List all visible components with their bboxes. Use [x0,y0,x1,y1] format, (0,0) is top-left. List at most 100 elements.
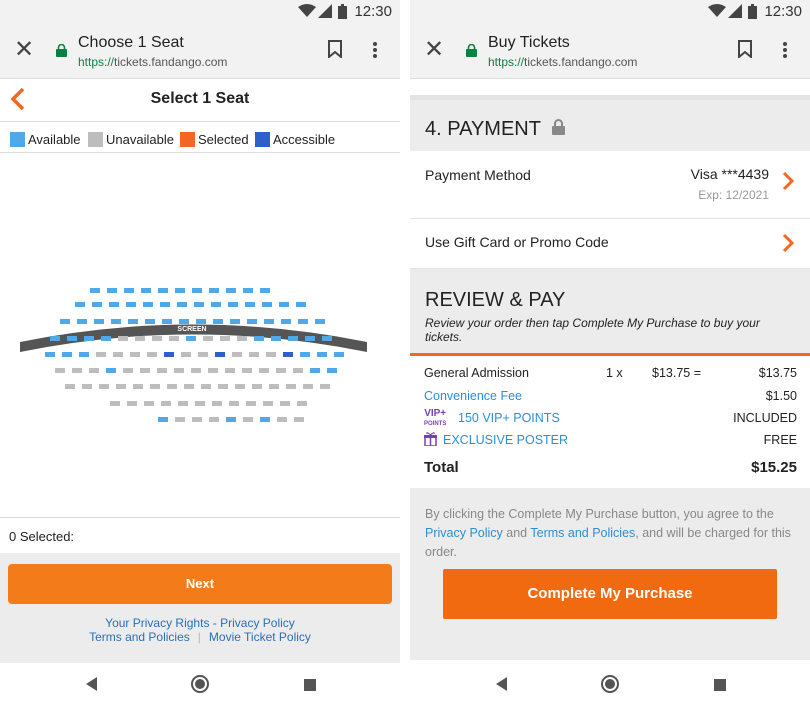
seat[interactable] [310,368,320,373]
seat[interactable] [209,417,219,422]
seat[interactable] [77,319,87,324]
seat[interactable] [242,368,252,373]
seat[interactable] [252,384,262,389]
seat[interactable] [126,302,136,307]
poster-link[interactable]: EXCLUSIVE POSTER [443,433,568,447]
seat[interactable] [179,319,189,324]
seat[interactable] [133,384,143,389]
seat[interactable] [305,336,315,341]
seat[interactable] [135,336,145,341]
privacy-policy-link[interactable]: Privacy Policy [425,526,503,540]
seat[interactable] [118,336,128,341]
seat[interactable] [150,384,160,389]
seat[interactable] [99,384,109,389]
seat[interactable] [175,288,185,293]
seat[interactable] [259,368,269,373]
seat[interactable] [263,401,273,406]
seat[interactable] [230,319,240,324]
seat[interactable] [141,288,151,293]
nav-home-icon[interactable] [191,675,209,698]
nav-back-icon[interactable] [85,676,99,697]
seat[interactable] [226,288,236,293]
seat[interactable] [327,368,337,373]
complete-purchase-button[interactable]: Complete My Purchase [443,569,777,619]
seat[interactable] [184,384,194,389]
bookmark-icon[interactable] [328,40,342,58]
seat[interactable] [286,384,296,389]
seat[interactable] [145,319,155,324]
seat[interactable] [266,352,276,357]
seat[interactable] [249,352,259,357]
seat[interactable] [191,368,201,373]
seat[interactable] [84,336,94,341]
seat[interactable] [161,401,171,406]
seat[interactable] [186,336,196,341]
seat[interactable] [65,384,75,389]
seat[interactable] [294,417,304,422]
seat[interactable] [60,319,70,324]
seat[interactable] [300,352,310,357]
seat[interactable] [106,368,116,373]
seat[interactable] [297,401,307,406]
seat[interactable] [209,288,219,293]
seat-map[interactable]: SCREEN [0,152,400,517]
seat[interactable] [211,302,221,307]
seat[interactable] [245,302,255,307]
url-text[interactable]: https://tickets.fandango.com [78,55,227,69]
seat[interactable] [228,302,238,307]
seat[interactable] [293,368,303,373]
url-text[interactable]: https://tickets.fandango.com [488,55,637,69]
seat[interactable] [82,384,92,389]
seat[interactable] [320,384,330,389]
seat[interactable] [269,384,279,389]
seat[interactable] [192,417,202,422]
seat[interactable] [157,368,167,373]
seat[interactable] [208,368,218,373]
seat[interactable] [124,288,134,293]
seat[interactable] [201,384,211,389]
close-tab-icon[interactable]: ✕ [424,38,444,62]
seat[interactable] [113,352,123,357]
seat[interactable] [90,288,100,293]
seat[interactable] [111,319,121,324]
privacy-rights-link[interactable]: Your Privacy Rights [105,616,209,630]
seat[interactable] [92,302,102,307]
seat[interactable] [296,302,306,307]
seat[interactable] [177,302,187,307]
next-button[interactable]: Next [8,564,392,604]
seat[interactable] [152,336,162,341]
seat[interactable] [279,302,289,307]
seat[interactable] [94,319,104,324]
close-tab-icon[interactable]: ✕ [14,38,34,62]
seat[interactable] [67,336,77,341]
seat[interactable] [128,319,138,324]
seat[interactable] [130,352,140,357]
seat[interactable] [280,401,290,406]
more-options-icon[interactable] [372,41,378,59]
vip-points-link[interactable]: 150 VIP+ POINTS [458,411,560,425]
seat[interactable] [50,336,60,341]
terms-link[interactable]: Terms and Policies [89,630,190,644]
seat[interactable] [322,336,332,341]
seat[interactable] [198,352,208,357]
seat[interactable] [262,302,272,307]
seat[interactable] [225,368,235,373]
seat[interactable] [158,288,168,293]
seat[interactable] [194,302,204,307]
seat[interactable] [127,401,137,406]
seat[interactable] [72,368,82,373]
seat[interactable] [107,288,117,293]
nav-back-icon[interactable] [495,676,509,697]
seat[interactable] [260,417,270,422]
seat[interactable] [192,288,202,293]
seat[interactable] [174,368,184,373]
nav-recents-icon[interactable] [304,678,316,696]
seat[interactable] [277,417,287,422]
privacy-policy-link[interactable]: Privacy Policy [220,616,295,630]
seat[interactable] [247,319,257,324]
seat[interactable] [162,319,172,324]
more-options-icon[interactable] [782,41,788,59]
seat[interactable] [303,384,313,389]
seat[interactable] [232,352,242,357]
seat[interactable] [334,352,344,357]
